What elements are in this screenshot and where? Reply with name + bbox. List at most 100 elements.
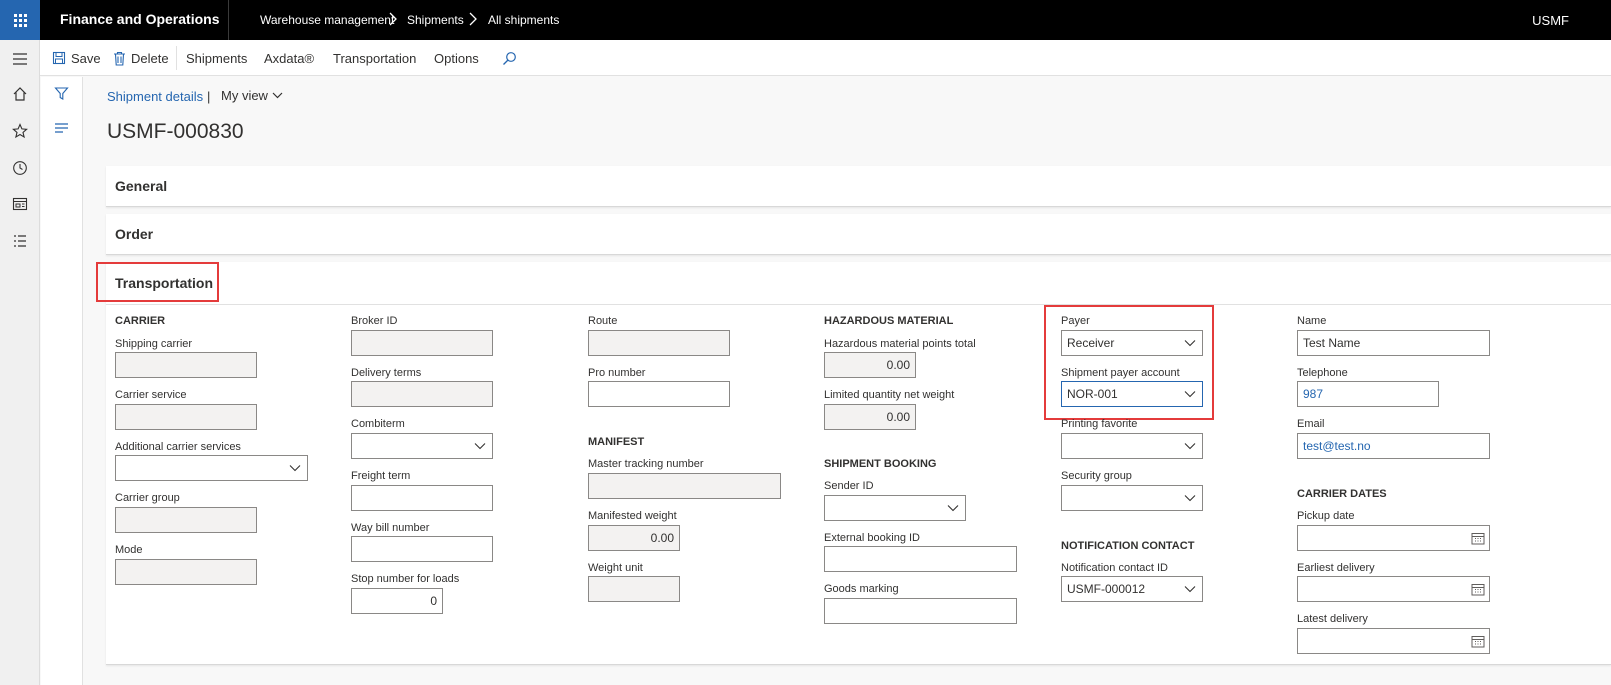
chevron-down-icon xyxy=(1184,586,1196,593)
combiterm-dropdown[interactable] xyxy=(351,433,493,459)
calendar-icon[interactable] xyxy=(1471,635,1485,648)
filter-icon[interactable] xyxy=(54,86,69,104)
goods-marking-field[interactable] xyxy=(824,598,1017,624)
fasttab-divider xyxy=(106,304,1611,305)
delivery-terms-label: Delivery terms xyxy=(351,367,422,379)
filter-column xyxy=(41,77,83,685)
email-field[interactable]: test@test.no xyxy=(1297,433,1490,459)
chevron-down-icon xyxy=(1184,340,1196,347)
additional-carrier-services-dropdown[interactable] xyxy=(115,455,308,481)
payer-dropdown[interactable]: Receiver xyxy=(1061,330,1203,356)
broker-id-field[interactable] xyxy=(351,330,493,356)
fasttab-order[interactable]: Order xyxy=(106,214,1611,255)
modules-list-icon[interactable] xyxy=(10,231,30,251)
options-tab[interactable]: Options xyxy=(434,40,479,76)
shipment-details-link[interactable]: Shipment details xyxy=(107,89,203,104)
chevron-right-icon xyxy=(469,12,477,26)
pickup-date-field[interactable] xyxy=(1297,525,1490,551)
home-icon[interactable] xyxy=(10,84,30,104)
chevron-down-icon xyxy=(947,505,959,512)
route-field[interactable] xyxy=(588,330,730,356)
manifested-weight-field[interactable]: 0.00 xyxy=(588,525,680,551)
stop-number-field[interactable]: 0 xyxy=(351,588,443,614)
route-label: Route xyxy=(588,315,618,327)
name-label: Name xyxy=(1297,315,1327,327)
action-divider xyxy=(176,46,177,70)
calendar-icon[interactable] xyxy=(1471,583,1485,596)
hazardous-points-total-field[interactable]: 0.00 xyxy=(824,352,916,378)
limited-quantity-field[interactable]: 0.00 xyxy=(824,404,916,430)
title-divider xyxy=(228,0,229,40)
security-group-dropdown[interactable] xyxy=(1061,485,1203,511)
notification-contact-id-dropdown[interactable]: USMF-000012 xyxy=(1061,576,1203,602)
app-launcher-icon[interactable] xyxy=(0,0,40,40)
chevron-down-icon xyxy=(289,465,301,472)
shipment-payer-account-value: NOR-001 xyxy=(1067,387,1118,401)
chevron-down-icon xyxy=(1184,443,1196,450)
favorites-star-icon[interactable] xyxy=(10,121,30,141)
weight-unit-field[interactable] xyxy=(588,576,680,602)
fasttab-general[interactable]: General xyxy=(106,166,1611,207)
hamburger-menu-icon[interactable] xyxy=(10,49,30,69)
carrier-service-field[interactable] xyxy=(115,404,257,430)
shipment-payer-account-dropdown[interactable]: NOR-001 xyxy=(1061,381,1203,407)
carrier-service-label: Carrier service xyxy=(115,389,187,401)
shipment-payer-account-label: Shipment payer account xyxy=(1061,367,1180,379)
way-bill-number-label: Way bill number xyxy=(351,522,430,534)
pickup-date-label: Pickup date xyxy=(1297,510,1355,522)
telephone-label: Telephone xyxy=(1297,367,1348,379)
notification-contact-id-value: USMF-000012 xyxy=(1067,582,1146,596)
broker-id-label: Broker ID xyxy=(351,315,398,327)
fasttab-transportation-title[interactable]: Transportation xyxy=(115,275,213,291)
external-booking-id-field[interactable] xyxy=(824,546,1017,572)
mode-field[interactable] xyxy=(115,559,257,585)
shipment-booking-group-heading: SHIPMENT BOOKING xyxy=(824,458,937,470)
hazardous-material-group-heading: HAZARDOUS MATERIAL xyxy=(824,315,954,327)
delivery-terms-field[interactable] xyxy=(351,381,493,407)
way-bill-number-field[interactable] xyxy=(351,536,493,562)
page-title: USMF-000830 xyxy=(107,120,244,143)
calendar-icon[interactable] xyxy=(1471,532,1485,545)
transportation-tab[interactable]: Transportation xyxy=(333,40,416,76)
earliest-delivery-field[interactable] xyxy=(1297,576,1490,602)
sender-id-label: Sender ID xyxy=(824,480,874,492)
pro-number-field[interactable] xyxy=(588,381,730,407)
latest-delivery-field[interactable] xyxy=(1297,628,1490,654)
earliest-delivery-label: Earliest delivery xyxy=(1297,562,1375,574)
top-bar xyxy=(0,0,1611,40)
company-picker[interactable]: USMF xyxy=(1532,13,1569,28)
list-view-icon[interactable] xyxy=(54,122,69,137)
breadcrumb-all-shipments[interactable]: All shipments xyxy=(488,13,559,27)
printing-favorite-dropdown[interactable] xyxy=(1061,433,1203,459)
name-field[interactable]: Test Name xyxy=(1297,330,1490,356)
weight-unit-label: Weight unit xyxy=(588,562,643,574)
breadcrumb-warehouse-management[interactable]: Warehouse management xyxy=(260,13,394,27)
additional-carrier-services-label: Additional carrier services xyxy=(115,441,241,453)
shipping-carrier-field[interactable] xyxy=(115,352,257,378)
limited-quantity-label: Limited quantity net weight xyxy=(824,389,955,401)
fasttab-general-title[interactable]: General xyxy=(115,178,167,194)
freight-term-field[interactable] xyxy=(351,485,493,511)
axdata-tab[interactable]: Axdata® xyxy=(264,40,314,76)
master-tracking-field[interactable] xyxy=(588,473,781,499)
chevron-down-icon xyxy=(1184,495,1196,502)
workspaces-icon[interactable] xyxy=(10,194,30,214)
search-icon[interactable] xyxy=(502,40,517,76)
recent-clock-icon[interactable] xyxy=(10,158,30,178)
stop-number-label: Stop number for loads xyxy=(351,573,460,585)
notification-contact-group-heading: NOTIFICATION CONTACT xyxy=(1061,540,1195,552)
combiterm-label: Combiterm xyxy=(351,418,405,430)
telephone-field[interactable]: 987 xyxy=(1297,381,1439,407)
delete-button[interactable]: Delete xyxy=(113,40,169,76)
carrier-group-field[interactable] xyxy=(115,507,257,533)
app-title[interactable]: Finance and Operations xyxy=(60,11,219,27)
save-label: Save xyxy=(71,50,101,66)
fasttab-order-title[interactable]: Order xyxy=(115,226,153,242)
breadcrumb-shipments[interactable]: Shipments xyxy=(407,13,464,27)
my-view-dropdown[interactable]: My view xyxy=(221,88,283,103)
mode-label: Mode xyxy=(115,544,143,556)
shipments-tab[interactable]: Shipments xyxy=(186,40,247,76)
save-button[interactable]: Save xyxy=(52,40,101,76)
hazardous-points-total-label: Hazardous material points total xyxy=(824,338,976,350)
sender-id-dropdown[interactable] xyxy=(824,495,966,521)
